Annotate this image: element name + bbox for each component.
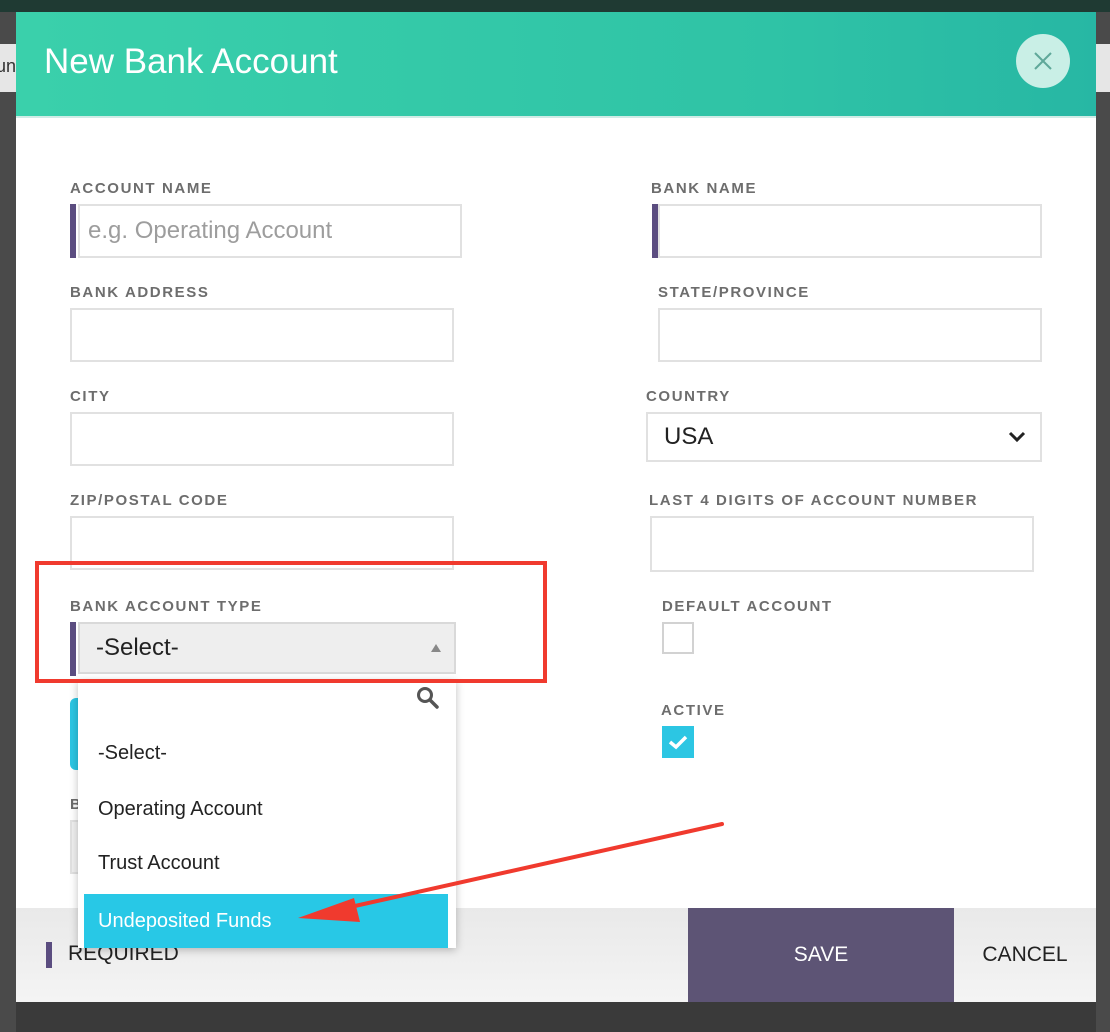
- caret-up-icon: [431, 644, 441, 652]
- bank-address-label: BANK ADDRESS: [70, 284, 210, 301]
- last4-input[interactable]: [652, 518, 1032, 570]
- bank-name-field: [658, 204, 1042, 258]
- active-checkbox[interactable]: [662, 726, 694, 758]
- account-name-field: [78, 204, 462, 258]
- dropdown-option-highlighted[interactable]: Undeposited Funds: [84, 894, 448, 948]
- bank-address-field: [70, 308, 454, 362]
- bank-account-type-select[interactable]: -Select-: [78, 622, 456, 674]
- background-page-left: [0, 12, 16, 1032]
- state-province-label: STATE/PROVINCE: [658, 284, 810, 301]
- bank-name-label: BANK NAME: [651, 180, 758, 197]
- bank-account-type-value: -Select-: [96, 634, 179, 661]
- background-partial-item-right: [1096, 44, 1110, 92]
- account-name-label: ACCOUNT NAME: [70, 180, 213, 197]
- close-icon: [1034, 52, 1052, 70]
- close-button[interactable]: [1016, 34, 1070, 88]
- modal-title: New Bank Account: [44, 42, 338, 81]
- checkmark-icon: [668, 735, 688, 750]
- state-province-input[interactable]: [660, 310, 1040, 360]
- country-select[interactable]: USA: [646, 412, 1042, 462]
- dropdown-option[interactable]: Operating Account: [98, 798, 263, 821]
- city-label: CITY: [70, 388, 111, 405]
- bank-address-input[interactable]: [72, 310, 452, 360]
- last4-label: LAST 4 DIGITS OF ACCOUNT NUMBER: [649, 492, 979, 509]
- bank-account-type-dropdown: -Select- Operating Account Trust Account…: [78, 680, 456, 948]
- zip-input[interactable]: [72, 518, 452, 568]
- save-button[interactable]: SAVE: [688, 908, 954, 1002]
- country-label: COUNTRY: [646, 388, 731, 405]
- country-value: USA: [664, 423, 714, 450]
- modal-header: New Bank Account: [16, 12, 1096, 118]
- active-label: ACTIVE: [661, 702, 726, 719]
- required-indicator: [70, 204, 76, 258]
- city-input[interactable]: [72, 414, 452, 464]
- required-indicator: [70, 622, 76, 676]
- cancel-button[interactable]: CANCEL: [954, 908, 1096, 1002]
- background-partial-item: un: [0, 44, 16, 92]
- bank-account-type-label: BANK ACCOUNT TYPE: [70, 598, 263, 615]
- default-account-label: DEFAULT ACCOUNT: [662, 598, 833, 615]
- app-top-strip: [0, 0, 1110, 12]
- account-name-input[interactable]: [80, 206, 460, 256]
- last4-field: [650, 516, 1034, 572]
- state-province-field: [658, 308, 1042, 362]
- new-bank-account-modal: New Bank Account ACCOUNT NAME BANK NAME …: [16, 12, 1096, 1002]
- required-indicator: [46, 942, 52, 968]
- dropdown-option[interactable]: -Select-: [98, 742, 167, 765]
- default-account-checkbox[interactable]: [662, 622, 694, 654]
- zip-label: ZIP/POSTAL CODE: [70, 492, 229, 509]
- dropdown-option[interactable]: Trust Account: [98, 852, 220, 875]
- city-field: [70, 412, 454, 466]
- zip-field: [70, 516, 454, 570]
- search-icon[interactable]: [416, 686, 440, 710]
- background-page-right: [1096, 12, 1110, 1032]
- bank-name-input[interactable]: [660, 206, 1040, 256]
- chevron-down-icon: [1008, 431, 1026, 443]
